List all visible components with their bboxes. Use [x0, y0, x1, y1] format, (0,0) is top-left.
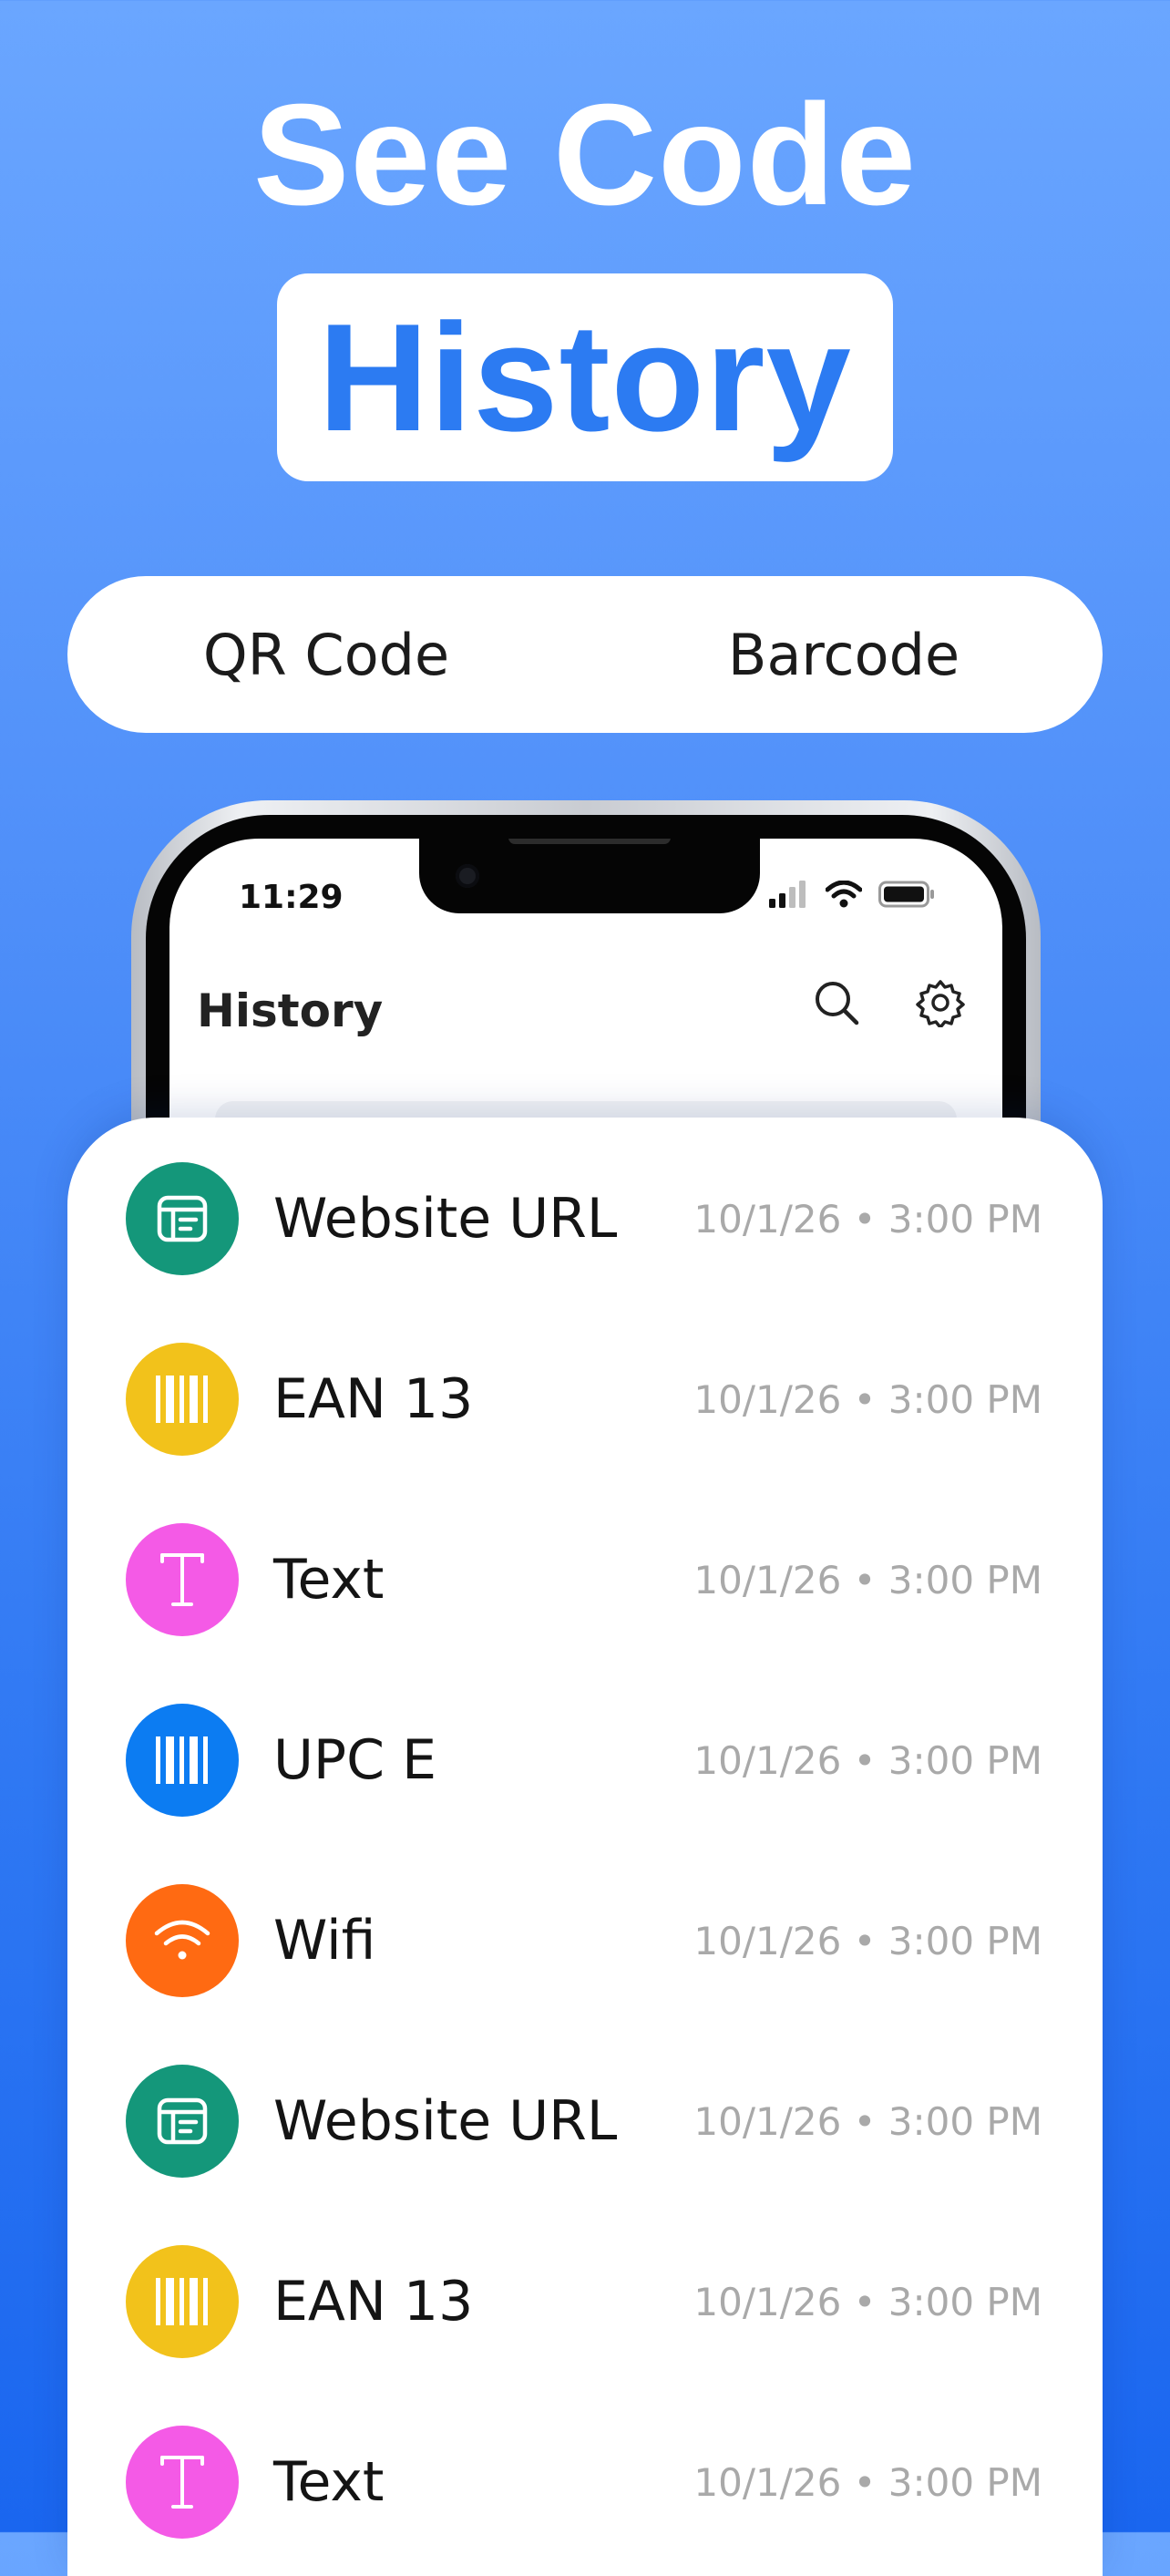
- history-row[interactable]: Website URL 10/1/26 • 3:00 PM: [126, 2064, 1042, 2179]
- barcode-badge: [126, 1704, 239, 1817]
- website-icon: [154, 1190, 210, 1247]
- history-row-label: Text: [273, 2450, 385, 2514]
- barcode-icon: [154, 1374, 210, 1425]
- website-icon: [154, 2093, 210, 2149]
- history-row[interactable]: Text 10/1/26 • 3:00 PM: [126, 1522, 1042, 1637]
- history-row[interactable]: UPC E 10/1/26 • 3:00 PM: [126, 1703, 1042, 1818]
- history-row-timestamp: 10/1/26 • 3:00 PM: [693, 2279, 1042, 2324]
- history-row-timestamp: 10/1/26 • 3:00 PM: [693, 1557, 1042, 1602]
- history-row-timestamp: 10/1/26 • 3:00 PM: [693, 1196, 1042, 1242]
- text-badge: [126, 2426, 239, 2539]
- history-row-label: Website URL: [273, 2089, 618, 2153]
- history-row-timestamp: 10/1/26 • 3:00 PM: [693, 2098, 1042, 2144]
- history-row-label: EAN 13: [273, 2270, 474, 2334]
- tab-qr-code[interactable]: QR Code: [67, 622, 585, 688]
- text-icon: [157, 1550, 208, 1610]
- history-row[interactable]: Website URL 10/1/26 • 3:00 PM: [126, 1161, 1042, 1276]
- text-badge: [126, 1523, 239, 1636]
- history-row[interactable]: Text 10/1/26 • 3:00 PM: [126, 2425, 1042, 2540]
- history-row-label: Text: [273, 1548, 385, 1612]
- history-row-label: UPC E: [273, 1728, 436, 1792]
- text-icon: [157, 2452, 208, 2512]
- front-camera: [456, 864, 479, 888]
- barcode-badge: [126, 1343, 239, 1456]
- history-list: Website URL 10/1/26 • 3:00 PM EAN 13 10/1/2…: [67, 1118, 1103, 2576]
- history-row[interactable]: EAN 13 10/1/26 • 3:00 PM: [126, 1342, 1042, 1457]
- status-icons: [769, 881, 935, 908]
- phone-notch: [419, 839, 760, 913]
- wifi-badge: [126, 1884, 239, 1997]
- barcode-badge: [126, 2245, 239, 2358]
- barcode-icon: [154, 1735, 210, 1786]
- battery-icon: [878, 881, 934, 908]
- history-row-label: Website URL: [273, 1187, 618, 1251]
- history-row-timestamp: 10/1/26 • 3:00 PM: [693, 2459, 1042, 2505]
- wifi-icon: [153, 1917, 211, 1964]
- gear-icon[interactable]: [913, 975, 968, 1030]
- website-badge: [126, 2065, 239, 2178]
- headline-highlight: History: [318, 292, 852, 463]
- headline-title: See Code: [252, 75, 918, 235]
- search-icon[interactable]: [809, 975, 864, 1030]
- type-segmented-control: QR Code Barcode: [67, 576, 1103, 733]
- screen-actions: [809, 975, 968, 1030]
- barcode-icon: [154, 2276, 210, 2327]
- screen-title: History: [197, 984, 384, 1037]
- history-row[interactable]: EAN 13 10/1/26 • 3:00 PM: [126, 2244, 1042, 2359]
- status-time: 11:29: [239, 879, 344, 916]
- history-row-timestamp: 10/1/26 • 3:00 PM: [693, 1376, 1042, 1422]
- tab-barcode[interactable]: Barcode: [585, 622, 1103, 688]
- website-badge: [126, 1162, 239, 1275]
- cellular-signal-icon: [769, 881, 806, 908]
- wifi-status-icon: [826, 881, 862, 908]
- history-row-label: EAN 13: [273, 1367, 474, 1431]
- headline-highlight-box: History: [277, 273, 893, 481]
- speaker-grille: [508, 839, 671, 844]
- history-row-label: Wifi: [273, 1909, 376, 1973]
- history-row[interactable]: Wifi 10/1/26 • 3:00 PM: [126, 1883, 1042, 1998]
- history-row-timestamp: 10/1/26 • 3:00 PM: [693, 1737, 1042, 1783]
- history-row-timestamp: 10/1/26 • 3:00 PM: [693, 1918, 1042, 1963]
